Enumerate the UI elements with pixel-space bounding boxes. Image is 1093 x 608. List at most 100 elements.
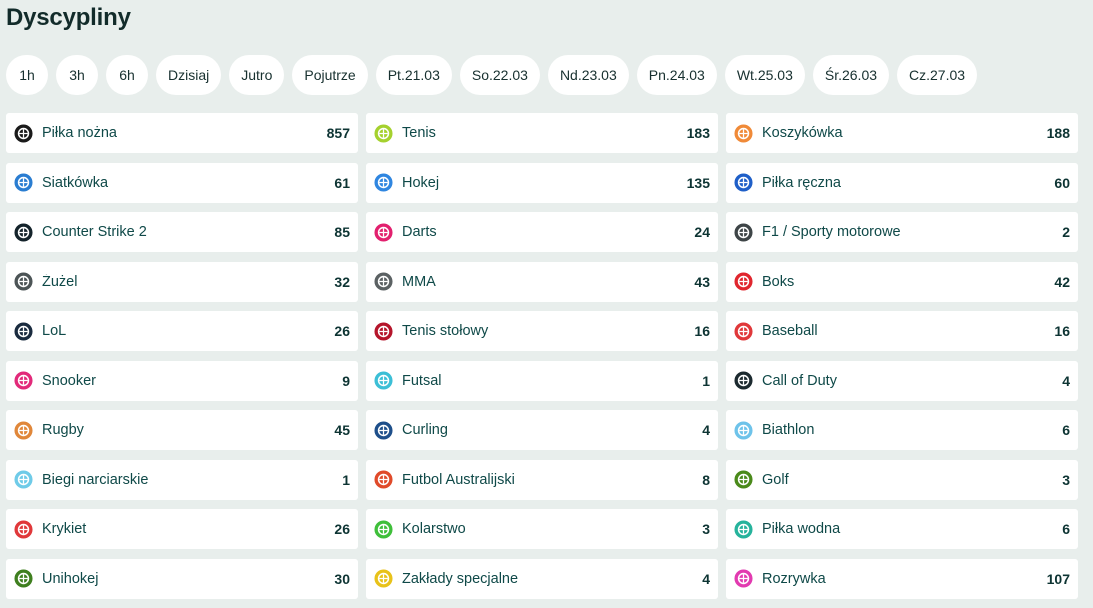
basketball-icon	[734, 123, 753, 143]
time-filter-pill[interactable]: So.22.03	[459, 55, 540, 95]
sport-name: Hokej	[402, 174, 440, 191]
sport-name: Koszykówka	[762, 125, 843, 141]
sport-item[interactable]: Counter Strike 2 85	[6, 212, 358, 252]
time-filter-bar: 1h 3h 6h Dzisiaj Jutro Pojutrze Pt.21.03 So.22.…	[6, 55, 978, 95]
event-count: 26	[334, 323, 350, 339]
time-filter-pill[interactable]: 1h	[6, 55, 48, 95]
entertainment-icon	[734, 569, 753, 588]
sports-grid: Piłka nożna 857 Tenis 183 Koszykówka 188 Siatk…	[6, 113, 1078, 599]
sport-item[interactable]: Hokej 135	[366, 162, 718, 203]
time-filter-pill[interactable]: Wt.25.03	[724, 55, 805, 95]
sport-name: MMA	[402, 273, 436, 290]
sport-item[interactable]: LoL 26	[6, 311, 358, 351]
event-count: 9	[342, 372, 350, 389]
tennis-ball-icon	[374, 123, 393, 143]
sport-item[interactable]: Rugby 45	[6, 410, 358, 450]
sport-name: LoL	[42, 323, 67, 339]
event-count: 1	[702, 372, 710, 389]
time-filter-pill[interactable]: 6h	[106, 55, 148, 95]
sport-name: Biathlon	[762, 422, 815, 438]
event-count: 183	[686, 125, 710, 141]
cricket-bat-icon	[14, 519, 33, 539]
counter-strike-icon	[14, 222, 33, 242]
sport-name: F1 / Sporty motorowe	[762, 224, 901, 240]
sport-item[interactable]: Biegi narciarskie 1	[6, 459, 358, 500]
sport-item[interactable]: Call of Duty 4	[726, 360, 1078, 401]
sport-name: Curling	[402, 422, 448, 438]
event-count: 188	[1046, 125, 1070, 141]
sport-item[interactable]: Piłka wodna 6	[726, 509, 1078, 549]
cross-country-ski-icon	[14, 470, 33, 489]
event-count: 26	[334, 521, 350, 537]
event-count: 135	[686, 174, 710, 191]
sport-name: Baseball	[762, 323, 818, 339]
sport-item[interactable]: MMA 43	[366, 261, 718, 302]
event-count: 85	[334, 224, 350, 240]
sport-item[interactable]: Żużel 32	[6, 261, 358, 302]
sport-item[interactable]: Piłka ręczna 60	[726, 162, 1078, 203]
sport-item[interactable]: Futsal 1	[366, 360, 718, 401]
time-filter-pill[interactable]: Cz.27.03	[897, 55, 978, 95]
event-count: 45	[334, 422, 350, 438]
rugby-ball-icon	[14, 420, 33, 440]
time-filter-pill[interactable]: Śr.26.03	[812, 55, 890, 95]
sport-name: Piłka ręczna	[762, 174, 841, 191]
sport-name: Futsal	[402, 372, 442, 389]
sport-name: Futbol Australijski	[402, 471, 515, 488]
sport-item[interactable]: Unihokej 30	[6, 558, 358, 599]
sport-name: Boks	[762, 273, 795, 290]
event-count: 6	[1062, 521, 1070, 537]
event-count: 8	[702, 471, 710, 488]
hockey-stick-icon	[374, 173, 393, 192]
sport-name: Rozrywka	[762, 570, 826, 587]
sport-item[interactable]: Futbol Australijski 8	[366, 459, 718, 500]
event-count: 1	[342, 471, 350, 488]
racing-helmet-icon	[734, 222, 753, 242]
sport-item[interactable]: Tenis stołowy 16	[366, 311, 718, 351]
sport-item[interactable]: Koszykówka 188	[726, 113, 1078, 153]
sport-name: Counter Strike 2	[42, 224, 147, 240]
sport-item[interactable]: Kolarstwo 3	[366, 509, 718, 549]
event-count: 4	[702, 422, 710, 438]
sport-name: Unihokej	[42, 570, 99, 587]
event-count: 32	[334, 273, 350, 290]
bicycle-icon	[374, 519, 393, 539]
time-filter-pill[interactable]: 3h	[56, 55, 98, 95]
time-filter-pill[interactable]: Pojutrze	[292, 55, 368, 95]
time-filter-pill[interactable]: Dzisiaj	[156, 55, 222, 95]
sport-item[interactable]: Zakłady specjalne 4	[366, 558, 718, 599]
sport-name: Darts	[402, 224, 437, 240]
sport-item[interactable]: Golf 3	[726, 459, 1078, 500]
sport-item[interactable]: Tenis 183	[366, 113, 718, 153]
sport-item[interactable]: Baseball 16	[726, 311, 1078, 351]
time-filter-pill[interactable]: Pn.24.03	[636, 55, 717, 95]
sport-name: Call of Duty	[762, 372, 837, 389]
event-count: 857	[326, 125, 350, 141]
sport-item[interactable]: Krykiet 26	[6, 509, 358, 549]
soccer-ball-icon	[14, 123, 33, 143]
sport-item[interactable]: Rozrywka 107	[726, 558, 1078, 599]
futsal-ball-icon	[374, 371, 393, 390]
event-count: 24	[694, 224, 710, 240]
boxing-glove-icon	[734, 272, 753, 291]
floorball-icon	[14, 569, 33, 588]
sport-item[interactable]: Darts 24	[366, 212, 718, 252]
sport-item[interactable]: Piłka nożna 857	[6, 113, 358, 153]
sport-name: Tenis stołowy	[402, 323, 489, 339]
sport-name: Snooker	[42, 372, 97, 389]
time-filter-pill[interactable]: Jutro	[229, 55, 285, 95]
sport-item[interactable]: Siatkówka 61	[6, 162, 358, 203]
sport-item[interactable]: Snooker 9	[6, 360, 358, 401]
sport-item[interactable]: Boks 42	[726, 261, 1078, 302]
time-filter-pill[interactable]: Pt.21.03	[375, 55, 452, 95]
sport-name: Żużel	[42, 273, 78, 290]
sport-item[interactable]: Biathlon 6	[726, 410, 1078, 450]
ping-pong-paddle-icon	[374, 321, 393, 341]
sport-name: Kolarstwo	[402, 521, 466, 537]
event-count: 16	[694, 323, 710, 339]
event-count: 3	[702, 521, 710, 537]
time-filter-pill[interactable]: Nd.23.03	[547, 55, 629, 95]
sport-item[interactable]: Curling 4	[366, 410, 718, 450]
sport-item[interactable]: F1 / Sporty motorowe 2	[726, 212, 1078, 252]
event-count: 16	[1054, 323, 1070, 339]
